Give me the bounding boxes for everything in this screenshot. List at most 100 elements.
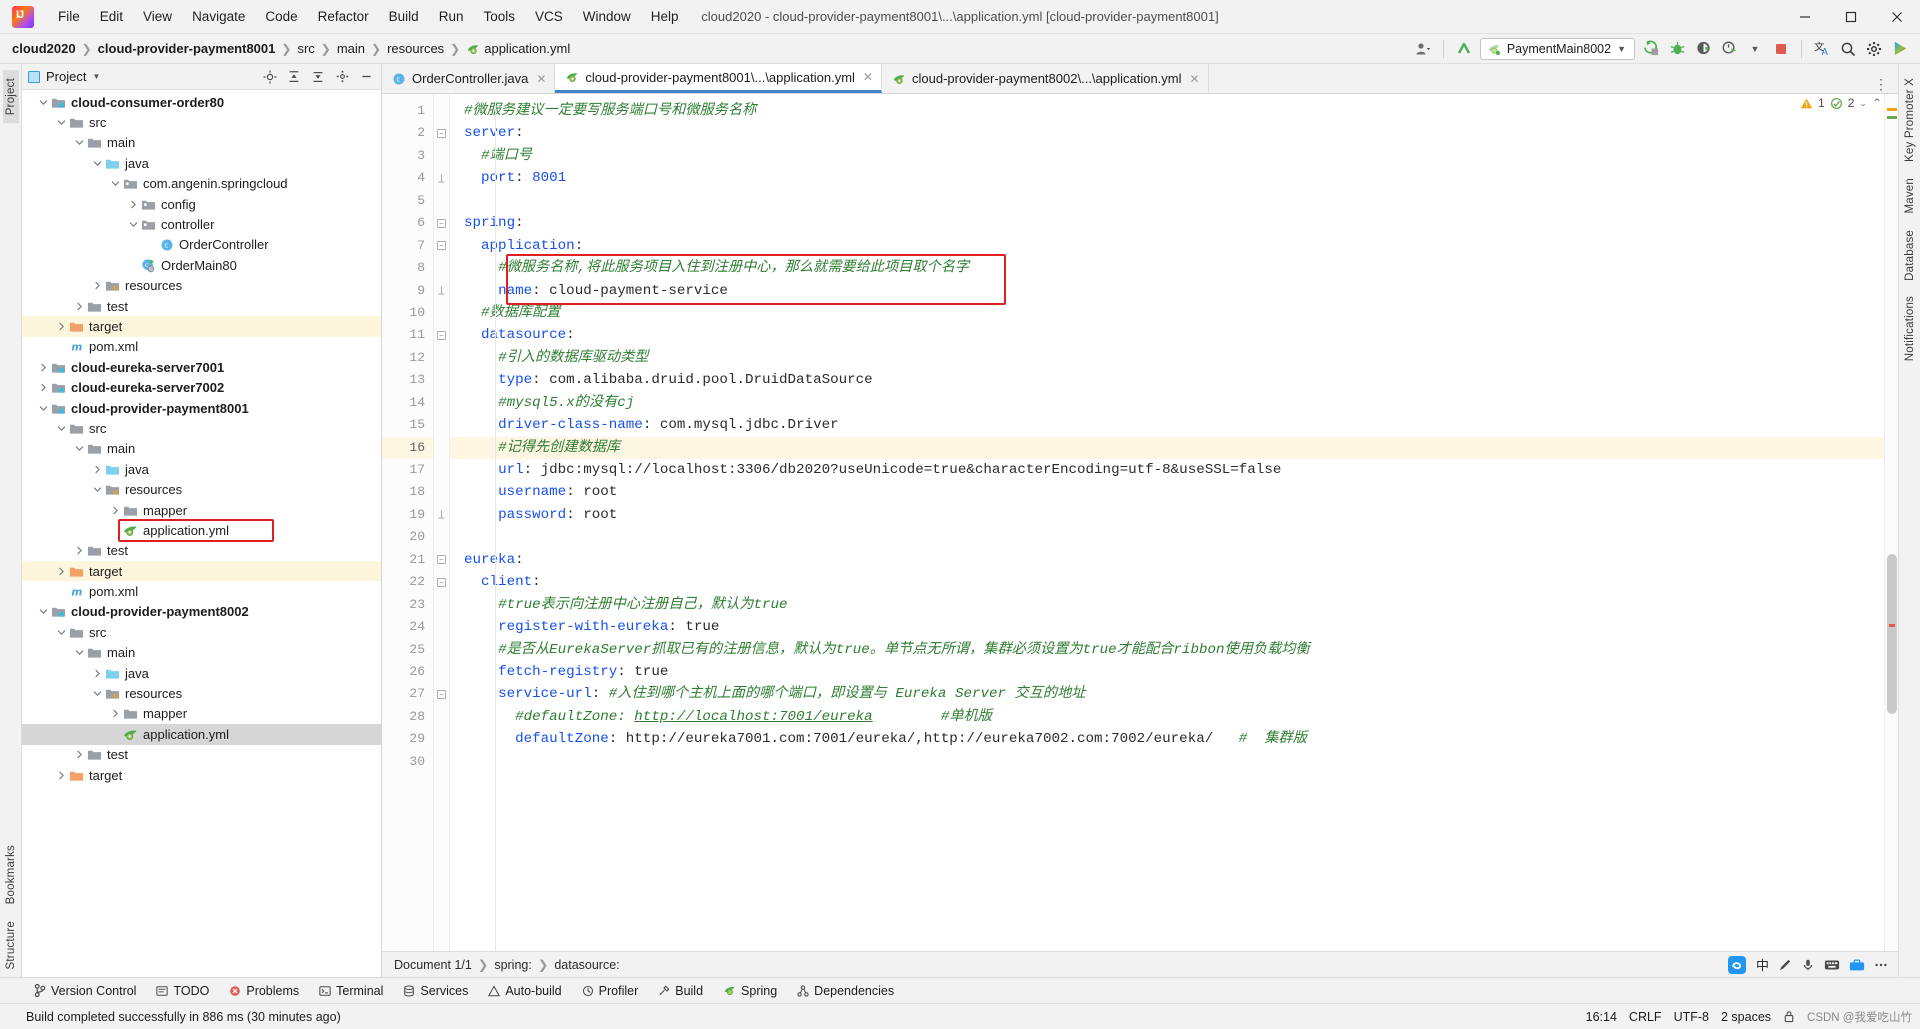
translate-icon[interactable]: 文A bbox=[1812, 39, 1832, 59]
stop-icon[interactable] bbox=[1771, 39, 1791, 59]
tool-window-database[interactable]: Database bbox=[1902, 222, 1918, 289]
menu-item-window[interactable]: Window bbox=[573, 5, 641, 28]
chevron-down-icon[interactable] bbox=[72, 138, 86, 147]
chevron-right-icon[interactable] bbox=[108, 506, 122, 515]
tool-button-build[interactable]: Build bbox=[650, 982, 711, 1000]
code-line[interactable]: register-with-eureka: true bbox=[450, 616, 1884, 638]
tree-node[interactable]: target bbox=[22, 560, 381, 582]
chevron-down-icon[interactable]: ⌄ bbox=[1859, 98, 1867, 109]
tool-window-structure[interactable]: Structure bbox=[3, 913, 19, 977]
tool-button-terminal[interactable]: Terminal bbox=[311, 982, 391, 1000]
ide-feature-icon[interactable] bbox=[1890, 39, 1910, 59]
menu-item-navigate[interactable]: Navigate bbox=[182, 5, 255, 28]
run-icon[interactable] bbox=[1641, 39, 1661, 59]
fold-collapse-icon[interactable]: − bbox=[437, 129, 446, 139]
search-everywhere-icon[interactable] bbox=[1838, 39, 1858, 59]
sogou-ime-icon[interactable] bbox=[1727, 955, 1747, 975]
status-line-separator[interactable]: CRLF bbox=[1629, 1010, 1662, 1024]
editor-scrollbar-thumb[interactable] bbox=[1887, 554, 1897, 714]
code-line[interactable]: #是否从EurekaServer抓取已有的注册信息，默认为true。单节点无所谓… bbox=[450, 639, 1884, 661]
chevron-right-icon[interactable] bbox=[90, 465, 104, 474]
tab-application-yml-8001[interactable]: cloud-provider-payment8001\...\applicati… bbox=[555, 64, 882, 93]
tree-node[interactable]: config bbox=[22, 194, 381, 214]
chevron-down-icon[interactable] bbox=[54, 118, 68, 127]
tree-node[interactable]: test bbox=[22, 296, 381, 316]
coverage-icon[interactable] bbox=[1693, 39, 1713, 59]
code-line[interactable]: #数据库配置 bbox=[450, 302, 1884, 324]
tab-options-icon[interactable]: ⋮ bbox=[1864, 76, 1898, 93]
chevron-down-icon[interactable] bbox=[108, 179, 122, 188]
breadcrumb-item-project[interactable]: cloud2020 bbox=[8, 39, 80, 58]
menu-item-refactor[interactable]: Refactor bbox=[308, 5, 379, 28]
code-line[interactable]: password: root bbox=[450, 504, 1884, 526]
document-indicator[interactable]: Document 1/1 bbox=[394, 958, 472, 972]
chevron-down-icon[interactable] bbox=[90, 689, 104, 698]
tree-node[interactable]: controller bbox=[22, 214, 381, 234]
code-line[interactable]: #端口号 bbox=[450, 145, 1884, 167]
tree-node[interactable]: resources bbox=[22, 479, 381, 499]
tree-node[interactable]: test bbox=[22, 541, 381, 561]
code-line[interactable]: service-url: #入住到哪个主机上面的哪个端口，即设置与 Eureka… bbox=[450, 683, 1884, 705]
tool-button-auto-build[interactable]: Auto-build bbox=[480, 982, 569, 1000]
code-line[interactable]: spring: bbox=[450, 212, 1884, 234]
chevron-right-icon[interactable] bbox=[72, 546, 86, 555]
menu-item-tools[interactable]: Tools bbox=[473, 5, 525, 28]
code-line[interactable]: port: 8001 bbox=[450, 167, 1884, 189]
tree-node[interactable]: c OrderController bbox=[22, 235, 381, 255]
ime-mic-icon[interactable] bbox=[1801, 958, 1815, 972]
chevron-down-icon[interactable] bbox=[54, 424, 68, 433]
tree-node[interactable]: cloud-consumer-order80 bbox=[22, 92, 381, 112]
menu-item-view[interactable]: View bbox=[133, 5, 182, 28]
status-encoding[interactable]: UTF-8 bbox=[1674, 1010, 1709, 1024]
error-stripe[interactable] bbox=[1884, 94, 1898, 951]
tool-window-bookmarks[interactable]: Bookmarks bbox=[3, 837, 19, 912]
code-line[interactable]: #微服务名称,将此服务项目入住到注册中心，那么就需要给此项目取个名字 bbox=[450, 257, 1884, 279]
fold-slot[interactable]: − bbox=[434, 212, 449, 234]
tree-node[interactable]: application.yml bbox=[22, 724, 381, 745]
tool-button-problems[interactable]: Problems bbox=[221, 982, 307, 1000]
tree-node[interactable]: target bbox=[22, 316, 381, 337]
tab-application-yml-8002[interactable]: cloud-provider-payment8002\...\applicati… bbox=[881, 64, 1209, 93]
stripe-mark-error[interactable] bbox=[1889, 624, 1895, 627]
code-line[interactable]: #微服务建议一定要写服务端口号和微服务名称 bbox=[450, 100, 1884, 122]
chevron-right-icon[interactable] bbox=[90, 281, 104, 290]
tree-node[interactable]: cloud-eureka-server7002 bbox=[22, 377, 381, 397]
chevron-right-icon[interactable] bbox=[126, 200, 140, 209]
chevron-down-icon[interactable] bbox=[126, 220, 140, 229]
code-line[interactable]: username: root bbox=[450, 481, 1884, 503]
stripe-mark-warning[interactable] bbox=[1887, 108, 1897, 111]
tool-window-project[interactable]: Project bbox=[2, 70, 19, 124]
chevron-right-icon[interactable] bbox=[90, 669, 104, 678]
project-tree[interactable]: cloud-consumer-order80 src main java com.ang… bbox=[22, 90, 381, 977]
menu-item-edit[interactable]: Edit bbox=[90, 5, 133, 28]
breadcrumb-item-module[interactable]: cloud-provider-payment8001 bbox=[94, 39, 280, 58]
chevron-right-icon[interactable] bbox=[36, 383, 50, 392]
expand-all-icon[interactable] bbox=[285, 68, 303, 86]
tab-order-controller[interactable]: c OrderController.java ✕ bbox=[382, 64, 556, 93]
chevron-right-icon[interactable] bbox=[72, 750, 86, 759]
code-line[interactable]: #defaultZone: http://localhost:7001/eure… bbox=[450, 706, 1884, 728]
tree-node[interactable]: src bbox=[22, 622, 381, 642]
fold-collapse-icon[interactable]: − bbox=[437, 241, 446, 251]
fold-collapse-icon[interactable]: − bbox=[437, 555, 446, 565]
tree-node[interactable]: main bbox=[22, 133, 381, 153]
breadcrumb-item-resources[interactable]: resources bbox=[383, 39, 448, 58]
chevron-right-icon[interactable] bbox=[72, 302, 86, 311]
menu-item-build[interactable]: Build bbox=[379, 5, 429, 28]
close-icon[interactable]: ✕ bbox=[536, 72, 546, 86]
chevron-down-icon[interactable] bbox=[90, 485, 104, 494]
run-configuration-selector[interactable]: PaymentMain8002 ▼ bbox=[1479, 37, 1635, 60]
menu-item-file[interactable]: File bbox=[48, 5, 90, 28]
tree-node[interactable]: src bbox=[22, 418, 381, 438]
chevron-down-icon[interactable] bbox=[90, 159, 104, 168]
settings-icon[interactable] bbox=[333, 68, 351, 86]
fold-slot[interactable]: − bbox=[434, 683, 449, 705]
fold-collapse-icon[interactable]: − bbox=[437, 331, 446, 341]
ime-toolbox-icon[interactable] bbox=[1849, 958, 1865, 972]
ime-more-icon[interactable] bbox=[1874, 958, 1888, 972]
code-folding-gutter[interactable]: − − − − − − − bbox=[434, 94, 450, 951]
locate-icon[interactable] bbox=[261, 68, 279, 86]
yaml-breadcrumb-spring[interactable]: spring: bbox=[494, 958, 532, 972]
chevron-down-icon[interactable] bbox=[72, 648, 86, 657]
tool-button-profiler[interactable]: Profiler bbox=[574, 982, 647, 1000]
